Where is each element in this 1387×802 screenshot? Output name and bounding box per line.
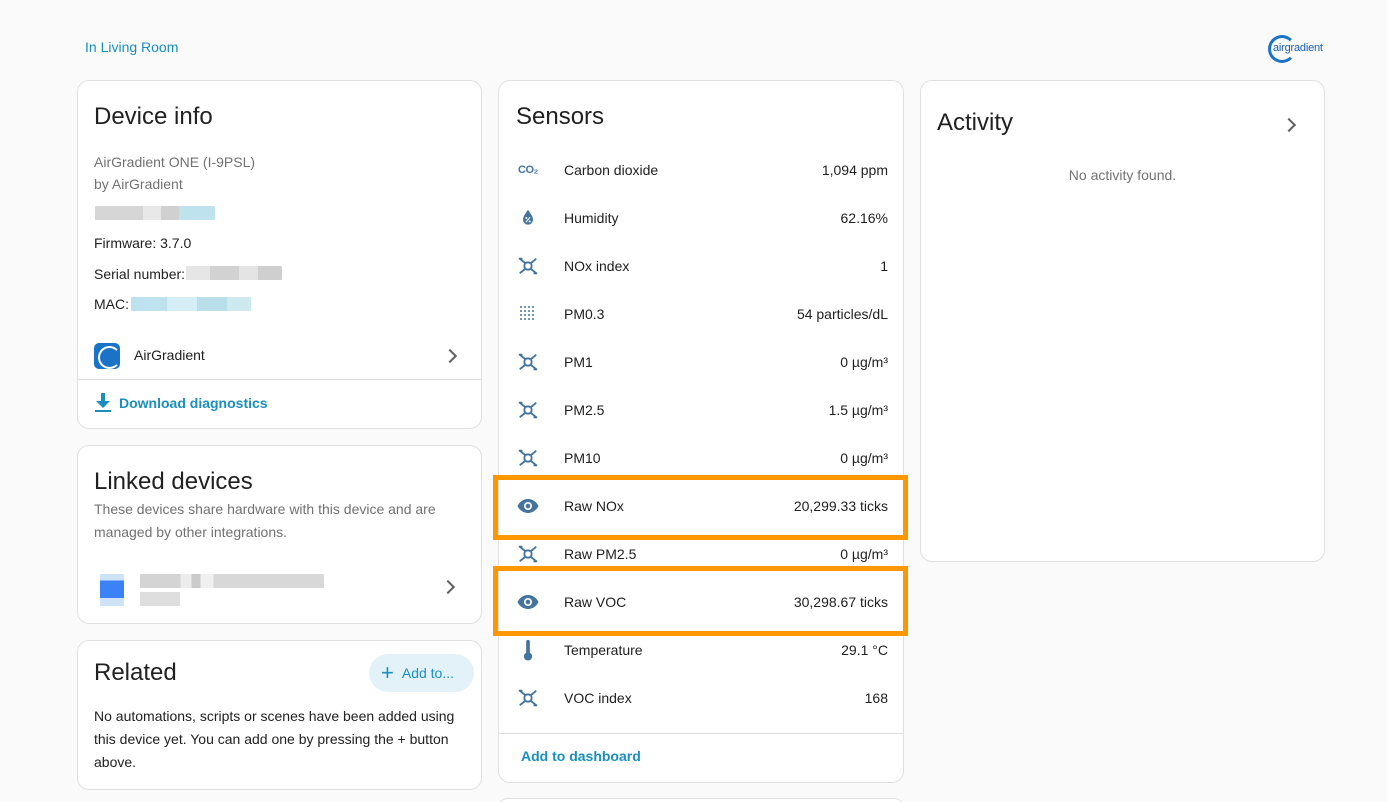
sensor-value: 0 µg/m³	[840, 546, 888, 562]
redacted-mac	[131, 297, 251, 311]
add-to-dashboard-button[interactable]: Add to dashboard	[521, 748, 641, 764]
brand-logo: airgradient	[1266, 34, 1326, 64]
sensor-name: PM1	[564, 354, 593, 370]
download-diagnostics-button[interactable]: Download diagnostics	[94, 393, 268, 413]
sensor-row-temperature[interactable]: Temperature 29.1 °C	[499, 626, 903, 674]
related-card: Related + Add to... No automations, scri…	[77, 640, 482, 790]
related-empty-text: No automations, scripts or scenes have b…	[94, 708, 455, 770]
co2-icon: CO₂	[518, 164, 538, 176]
sensor-name: Temperature	[564, 642, 643, 658]
sensor-name: Raw NOx	[564, 498, 624, 514]
sensor-value: 1.5 µg/m³	[828, 402, 888, 418]
sensor-value: 0 µg/m³	[840, 354, 888, 370]
molecule-icon	[516, 686, 540, 710]
firmware-version: Firmware: 3.7.0	[94, 235, 192, 251]
sensor-row-pm25[interactable]: PM2.5 1.5 µg/m³	[499, 386, 903, 434]
device-model-block: AirGradient ONE (I-9PSL) by AirGradient	[94, 151, 255, 195]
sensor-value: 168	[864, 690, 888, 706]
redacted-linked-device-name	[140, 574, 324, 588]
device-model: AirGradient ONE (I-9PSL)	[94, 154, 256, 170]
download-icon	[94, 393, 112, 413]
linked-devices-title: Linked devices	[94, 468, 253, 495]
download-diagnostics-label: Download diagnostics	[119, 395, 268, 411]
airgradient-integration-icon	[94, 343, 120, 369]
linked-devices-description: These devices share hardware with this d…	[94, 501, 436, 540]
sensor-value: 1,094 ppm	[821, 162, 888, 178]
device-info-title: Device info	[94, 103, 213, 130]
activity-empty-text: No activity found.	[1068, 167, 1177, 183]
sensor-row-raw-nox[interactable]: Raw NOx 20,299.33 ticks	[499, 482, 903, 530]
sensors-title: Sensors	[516, 103, 605, 130]
related-title: Related	[94, 659, 177, 686]
sensors-card: Sensors CO₂ Carbon dioxide 1,094 ppm Hum…	[498, 80, 904, 783]
molecule-icon	[516, 542, 540, 566]
brand-wordmark: airgradient	[1273, 42, 1323, 54]
eye-icon	[516, 590, 540, 614]
chevron-right-icon	[440, 579, 456, 595]
device-info-card: Device info AirGradient ONE (I-9PSL) by …	[77, 80, 482, 429]
chevron-right-icon[interactable]	[1281, 117, 1297, 133]
sensor-row-carbon-dioxide[interactable]: CO₂ Carbon dioxide 1,094 ppm	[499, 146, 903, 194]
sensor-name: PM2.5	[564, 402, 605, 418]
redacted-connection	[95, 206, 215, 220]
sensor-value: 29.1 °C	[841, 642, 888, 658]
sensor-value: 0 µg/m³	[840, 450, 888, 466]
sensors-card-divider	[499, 733, 903, 734]
sensor-name: PM10	[564, 450, 601, 466]
water-percent-icon	[516, 206, 540, 230]
eye-icon	[516, 494, 540, 518]
sensor-row-raw-pm25[interactable]: Raw PM2.5 0 µg/m³	[499, 530, 903, 578]
sensor-row-raw-voc[interactable]: Raw VOC 30,298.67 ticks	[499, 578, 903, 626]
sensor-row-pm10[interactable]: PM10 0 µg/m³	[499, 434, 903, 482]
sensor-name: PM0.3	[564, 306, 605, 322]
activity-card: Activity No activity found.	[920, 80, 1325, 562]
sensor-value: 62.16%	[840, 210, 888, 226]
linked-device-icon	[100, 574, 124, 606]
device-page: In Living Room airgradient Device info A…	[0, 0, 1387, 802]
plus-icon: +	[381, 660, 394, 685]
device-card-divider	[78, 379, 481, 380]
sensor-name: Raw PM2.5	[564, 546, 637, 562]
linked-device-row[interactable]	[78, 568, 481, 608]
sensor-row-nox-index[interactable]: NOx index 1	[499, 242, 903, 290]
sensor-value: 30,298.67 ticks	[793, 594, 888, 610]
next-card-stub	[498, 798, 904, 802]
sensor-name: Raw VOC	[564, 594, 627, 610]
sensor-name: Humidity	[564, 210, 619, 226]
serial-number-label: Serial number:	[94, 266, 186, 282]
dots-grid-icon	[516, 302, 540, 326]
integration-row-airgradient[interactable]: AirGradient	[78, 339, 481, 379]
activity-title: Activity	[937, 109, 1014, 136]
redacted-serial	[186, 266, 282, 280]
sensor-row-pm03[interactable]: PM0.3 54 particles/dL	[499, 290, 903, 338]
linked-devices-card: Linked devices These devices share hardw…	[77, 445, 482, 624]
molecule-icon	[516, 254, 540, 278]
molecule-icon	[516, 398, 540, 422]
area-link[interactable]: In Living Room	[85, 39, 178, 55]
chevron-right-icon	[442, 348, 458, 364]
mac-label: MAC:	[94, 296, 129, 312]
sensor-name: NOx index	[564, 258, 630, 274]
sensor-name: VOC index	[564, 690, 632, 706]
molecule-icon	[516, 350, 540, 374]
add-to-label: Add to...	[401, 665, 455, 681]
redacted-linked-device-sub	[140, 592, 180, 606]
add-to-button[interactable]: + Add to...	[369, 654, 474, 692]
sensor-value: 20,299.33 ticks	[793, 498, 888, 514]
sensor-row-voc-index[interactable]: VOC index 168	[499, 674, 903, 722]
thermometer-icon	[516, 638, 540, 662]
sensor-value: 54 particles/dL	[796, 306, 888, 322]
sensor-row-pm1[interactable]: PM1 0 µg/m³	[499, 338, 903, 386]
device-manufacturer: by AirGradient	[94, 176, 183, 192]
sensor-value: 1	[880, 258, 888, 274]
sensor-name: Carbon dioxide	[564, 162, 659, 178]
integration-label: AirGradient	[134, 347, 205, 363]
molecule-icon	[516, 446, 540, 470]
sensor-row-humidity[interactable]: Humidity 62.16%	[499, 194, 903, 242]
